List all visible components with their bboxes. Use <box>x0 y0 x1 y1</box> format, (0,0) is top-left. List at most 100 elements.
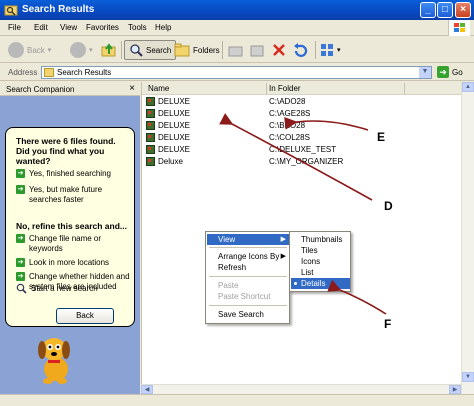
table-row[interactable]: DELUXE C:\COL28S <box>142 132 462 143</box>
companion-back-button[interactable]: Back <box>56 308 114 324</box>
status-bar <box>0 394 474 406</box>
views-button[interactable]: ▾ <box>320 40 341 60</box>
menu-favorites[interactable]: Favorites <box>86 23 119 32</box>
copy-to-folder-icon <box>250 45 264 57</box>
refine-title: No, refine this search and... <box>16 221 128 231</box>
context-menu: View ▶ Arrange Icons By ▶ Refresh Paste … <box>205 231 290 324</box>
menu-view[interactable]: View <box>60 23 77 32</box>
view-submenu: Thumbnails Tiles Icons List Details <box>289 231 351 292</box>
view-list[interactable]: List <box>291 267 350 278</box>
copy-to-button[interactable] <box>249 40 265 60</box>
forward-arrow-icon <box>70 42 86 58</box>
menu-edit[interactable]: Edit <box>34 23 48 32</box>
table-row[interactable]: DELUXE C:\ADO28 <box>142 96 462 107</box>
ctx-arrange-icons[interactable]: Arrange Icons By ▶ <box>207 251 289 262</box>
undo-icon <box>294 43 308 57</box>
option-change-name[interactable]: ➔ Change file name or keywords <box>16 234 134 253</box>
column-headers: Name In Folder <box>142 82 462 95</box>
new-search-link[interactable]: Start a new search <box>16 283 98 294</box>
table-row[interactable]: DELUXE C:\DELUXE_TEST <box>142 144 462 155</box>
menu-file[interactable]: File <box>8 23 21 32</box>
file-folder: C:\BKO28 <box>269 121 306 130</box>
file-icon <box>146 157 155 166</box>
scroll-right-icon[interactable]: ▶ <box>449 385 461 394</box>
file-name: DELUXE <box>158 145 191 154</box>
option-faster[interactable]: ➔ Yes, but make future searches faster <box>16 185 134 204</box>
table-row[interactable]: DELUXE C:\AGE28S <box>142 108 462 119</box>
go-button[interactable]: ➜ Go <box>437 66 463 78</box>
back-nav-button[interactable]: Back ▾ <box>8 40 51 60</box>
option-more-locations[interactable]: ➔ Look in more locations <box>16 258 134 268</box>
chevron-down-icon[interactable]: ▼ <box>419 67 431 78</box>
annotation-label-e: E <box>377 130 386 144</box>
forward-nav-button[interactable]: ▾ <box>70 40 93 60</box>
ctx-save-search[interactable]: Save Search <box>207 309 289 320</box>
address-label: Address <box>8 68 38 77</box>
move-to-folder-icon <box>228 46 243 57</box>
go-arrow-icon: ➜ <box>437 66 449 78</box>
address-field[interactable]: Search Results ▼ <box>41 66 432 79</box>
search-dog-icon <box>38 338 70 384</box>
delete-x-icon <box>273 44 285 56</box>
file-name: DELUXE <box>158 121 191 130</box>
delete-button[interactable] <box>272 40 286 60</box>
new-search-label: Start a new search <box>31 284 98 293</box>
maximize-button[interactable]: □ <box>437 2 453 18</box>
green-arrow-icon: ➔ <box>16 272 25 281</box>
vertical-scrollbar[interactable]: ▲ ▼ <box>461 82 474 394</box>
view-thumbnails[interactable]: Thumbnails <box>291 234 350 245</box>
green-arrow-icon: ➔ <box>16 258 25 267</box>
search-folder-icon <box>4 5 18 16</box>
move-to-button[interactable] <box>228 40 244 60</box>
up-folder-button[interactable] <box>101 40 117 60</box>
back-nav-label: Back <box>27 45 45 55</box>
green-arrow-icon: ➔ <box>16 234 25 243</box>
green-arrow-icon: ➔ <box>16 169 25 178</box>
file-icon <box>146 109 155 118</box>
option-change-name-label: Change file name or keywords <box>29 234 102 253</box>
table-row[interactable]: Deluxe C:\MY_ORGANIZER <box>142 156 462 167</box>
submenu-arrow-icon: ▶ <box>280 236 286 243</box>
view-icons[interactable]: Icons <box>291 256 350 267</box>
ctx-paste[interactable]: Paste <box>207 280 289 291</box>
minimize-button[interactable]: _ <box>420 2 436 18</box>
file-folder: C:\AGE28S <box>269 109 311 118</box>
column-header-in-folder[interactable]: In Folder <box>269 84 301 93</box>
undo-button[interactable] <box>292 40 308 60</box>
search-label: Search <box>146 45 172 55</box>
ctx-paste-shortcut[interactable]: Paste Shortcut <box>207 291 289 302</box>
close-icon[interactable]: × <box>129 83 135 94</box>
scroll-left-icon[interactable]: ◀ <box>141 385 153 394</box>
go-label: Go <box>452 67 463 77</box>
views-grid-icon <box>321 44 333 56</box>
file-icon <box>146 97 155 106</box>
horizontal-scrollbar[interactable]: ◀ ▶ <box>141 384 461 394</box>
file-name: Deluxe <box>158 157 183 166</box>
close-button[interactable]: × <box>455 2 471 18</box>
address-bar: Address Search Results ▼ ➜ Go <box>0 64 474 81</box>
option-finished[interactable]: ➔ Yes, finished searching <box>16 169 134 179</box>
file-folder: C:\MY_ORGANIZER <box>269 157 344 166</box>
view-details-label: Details <box>301 279 326 288</box>
view-details[interactable]: Details <box>291 278 350 289</box>
search-folder-icon <box>44 68 54 77</box>
column-header-name[interactable]: Name <box>148 84 169 93</box>
view-tiles[interactable]: Tiles <box>291 245 350 256</box>
ctx-refresh[interactable]: Refresh <box>207 262 289 273</box>
menu-tools[interactable]: Tools <box>128 23 147 32</box>
menu-help[interactable]: Help <box>155 23 171 32</box>
folders-button[interactable]: Folders <box>174 40 220 60</box>
search-icon <box>16 283 27 294</box>
ctx-view-label: View <box>218 235 236 244</box>
search-icon <box>130 44 143 57</box>
ctx-view[interactable]: View ▶ <box>207 234 289 245</box>
file-name: DELUXE <box>158 109 191 118</box>
address-value: Search Results <box>57 68 112 77</box>
scroll-up-icon[interactable]: ▲ <box>462 82 474 92</box>
window-title: Search Results <box>22 4 95 15</box>
table-row[interactable]: DELUXE C:\BKO28 <box>142 120 462 131</box>
file-icon <box>146 133 155 142</box>
folders-label: Folders <box>193 45 220 55</box>
scroll-down-icon[interactable]: ▼ <box>462 372 474 382</box>
search-button[interactable]: Search <box>124 40 177 60</box>
